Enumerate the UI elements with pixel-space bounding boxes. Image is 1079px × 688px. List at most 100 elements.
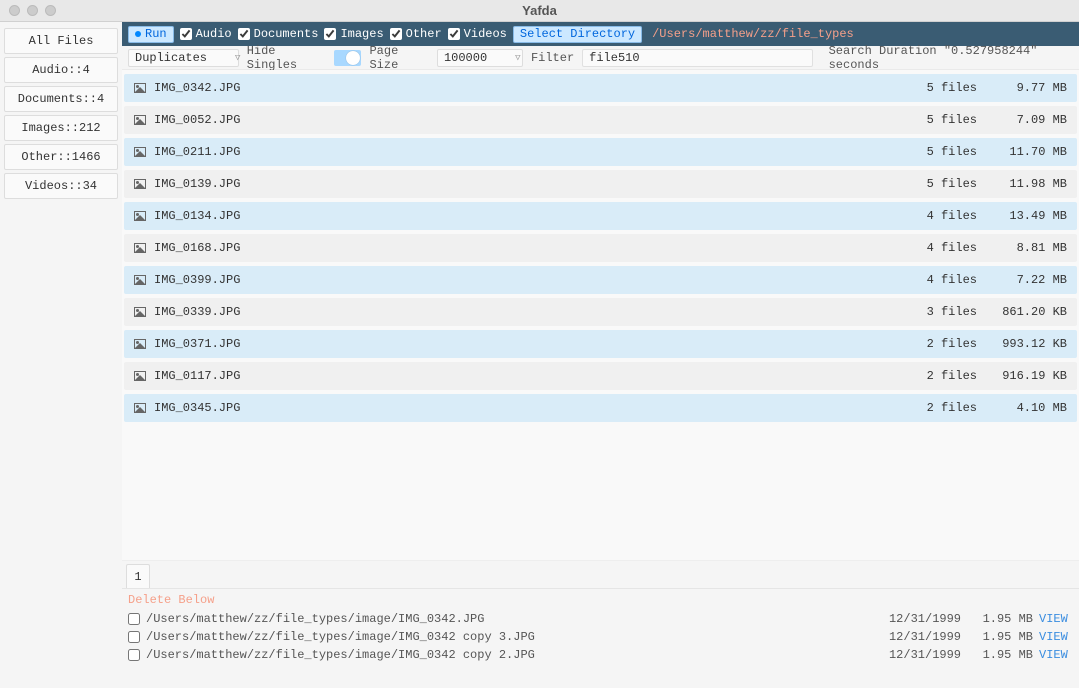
run-button[interactable]: Run	[128, 26, 174, 43]
file-size: 7.22 MB	[977, 273, 1067, 287]
list-row[interactable]: IMG_0371.JPG2 files993.12 KB	[124, 330, 1077, 358]
list-row[interactable]: IMG_0139.JPG5 files11.98 MB	[124, 170, 1077, 198]
run-status-icon	[135, 31, 141, 37]
detail-checkbox[interactable]	[128, 613, 140, 625]
list-row[interactable]: IMG_0342.JPG5 files9.77 MB	[124, 74, 1077, 102]
window-title: Yafda	[522, 3, 557, 18]
file-name: IMG_0139.JPG	[154, 177, 897, 191]
sort-dropdown-value: Duplicates	[135, 51, 207, 65]
detail-size: 1.95 MB	[967, 630, 1033, 644]
details-panel: Delete Below /Users/matthew/zz/file_type…	[122, 588, 1079, 688]
file-size: 9.77 MB	[977, 81, 1067, 95]
page-tab-1[interactable]: 1	[126, 564, 150, 588]
file-name: IMG_0117.JPG	[154, 369, 897, 383]
file-name: IMG_0052.JPG	[154, 113, 897, 127]
run-label: Run	[145, 27, 167, 41]
image-file-icon	[134, 339, 146, 349]
view-button[interactable]: VIEW	[1039, 648, 1073, 662]
close-icon[interactable]	[9, 5, 20, 16]
list-row[interactable]: IMG_0211.JPG5 files11.70 MB	[124, 138, 1077, 166]
list-row[interactable]: IMG_0052.JPG5 files7.09 MB	[124, 106, 1077, 134]
delete-below-button[interactable]: Delete Below	[128, 593, 1073, 607]
minimize-icon[interactable]	[27, 5, 38, 16]
file-count: 5 files	[897, 177, 977, 191]
detail-row: /Users/matthew/zz/file_types/image/IMG_0…	[128, 610, 1073, 628]
type-checkbox-documents[interactable]: Documents	[238, 27, 319, 41]
image-file-icon	[134, 275, 146, 285]
image-file-icon	[134, 371, 146, 381]
image-file-icon	[134, 179, 146, 189]
file-count: 2 files	[897, 337, 977, 351]
zoom-icon[interactable]	[45, 5, 56, 16]
hide-singles-toggle[interactable]	[334, 50, 362, 66]
checkbox-icon[interactable]	[448, 28, 460, 40]
pager: 1	[122, 560, 1079, 588]
type-checkbox-images[interactable]: Images	[324, 27, 383, 41]
view-button[interactable]: VIEW	[1039, 612, 1073, 626]
directory-path: /Users/matthew/zz/file_types	[652, 27, 854, 41]
type-checkbox-videos[interactable]: Videos	[448, 27, 507, 41]
image-file-icon	[134, 115, 146, 125]
sidebar-item-all-files[interactable]: All Files	[4, 28, 118, 54]
file-size: 11.70 MB	[977, 145, 1067, 159]
page-size-dropdown[interactable]: 100000 ▽	[437, 49, 523, 67]
sidebar-item-videos[interactable]: Videos::34	[4, 173, 118, 199]
list-row[interactable]: IMG_0117.JPG2 files916.19 KB	[124, 362, 1077, 390]
file-size: 993.12 KB	[977, 337, 1067, 351]
file-count: 2 files	[897, 401, 977, 415]
page-size-label: Page Size	[369, 44, 428, 72]
image-file-icon	[134, 307, 146, 317]
checkbox-icon[interactable]	[180, 28, 192, 40]
file-name: IMG_0168.JPG	[154, 241, 897, 255]
select-directory-button[interactable]: Select Directory	[513, 26, 642, 43]
type-checkbox-other[interactable]: Other	[390, 27, 442, 41]
file-size: 916.19 KB	[977, 369, 1067, 383]
file-count: 5 files	[897, 81, 977, 95]
titlebar: Yafda	[0, 0, 1079, 22]
view-button[interactable]: VIEW	[1039, 630, 1073, 644]
checkbox-icon[interactable]	[238, 28, 250, 40]
sidebar-item-audio[interactable]: Audio::4	[4, 57, 118, 83]
file-count: 4 files	[897, 241, 977, 255]
image-file-icon	[134, 211, 146, 221]
sidebar-item-documents[interactable]: Documents::4	[4, 86, 118, 112]
results-list[interactable]: IMG_0342.JPG5 files9.77 MBIMG_0052.JPG5 …	[122, 70, 1079, 560]
file-name: IMG_0211.JPG	[154, 145, 897, 159]
checkbox-icon[interactable]	[324, 28, 336, 40]
file-count: 3 files	[897, 305, 977, 319]
type-checkbox-audio[interactable]: Audio	[180, 27, 232, 41]
file-name: IMG_0371.JPG	[154, 337, 897, 351]
detail-path: /Users/matthew/zz/file_types/image/IMG_0…	[146, 648, 883, 662]
sidebar-item-images[interactable]: Images::212	[4, 115, 118, 141]
list-row[interactable]: IMG_0345.JPG2 files4.10 MB	[124, 394, 1077, 422]
detail-path: /Users/matthew/zz/file_types/image/IMG_0…	[146, 630, 883, 644]
file-name: IMG_0399.JPG	[154, 273, 897, 287]
detail-checkbox[interactable]	[128, 631, 140, 643]
list-row[interactable]: IMG_0134.JPG4 files13.49 MB	[124, 202, 1077, 230]
list-row[interactable]: IMG_0399.JPG4 files7.22 MB	[124, 266, 1077, 294]
file-size: 8.81 MB	[977, 241, 1067, 255]
detail-row: /Users/matthew/zz/file_types/image/IMG_0…	[128, 646, 1073, 664]
file-size: 11.98 MB	[977, 177, 1067, 191]
detail-path: /Users/matthew/zz/file_types/image/IMG_0…	[146, 612, 883, 626]
file-size: 13.49 MB	[977, 209, 1067, 223]
checkbox-icon[interactable]	[390, 28, 402, 40]
list-row[interactable]: IMG_0339.JPG3 files861.20 KB	[124, 298, 1077, 326]
sort-dropdown[interactable]: Duplicates ▽	[128, 49, 239, 67]
detail-checkbox[interactable]	[128, 649, 140, 661]
hide-singles-label: Hide Singles	[247, 44, 326, 72]
toggle-knob-icon	[346, 51, 360, 65]
image-file-icon	[134, 243, 146, 253]
detail-size: 1.95 MB	[967, 612, 1033, 626]
sidebar-item-other[interactable]: Other::1466	[4, 144, 118, 170]
image-file-icon	[134, 83, 146, 93]
file-name: IMG_0339.JPG	[154, 305, 897, 319]
detail-size: 1.95 MB	[967, 648, 1033, 662]
toolbar: Run Audio Documents Images Other Videos …	[122, 22, 1079, 46]
file-name: IMG_0345.JPG	[154, 401, 897, 415]
list-row[interactable]: IMG_0168.JPG4 files8.81 MB	[124, 234, 1077, 262]
filter-input[interactable]	[582, 49, 812, 67]
chevron-down-icon: ▽	[515, 53, 520, 63]
detail-date: 12/31/1999	[883, 648, 961, 662]
image-file-icon	[134, 147, 146, 157]
